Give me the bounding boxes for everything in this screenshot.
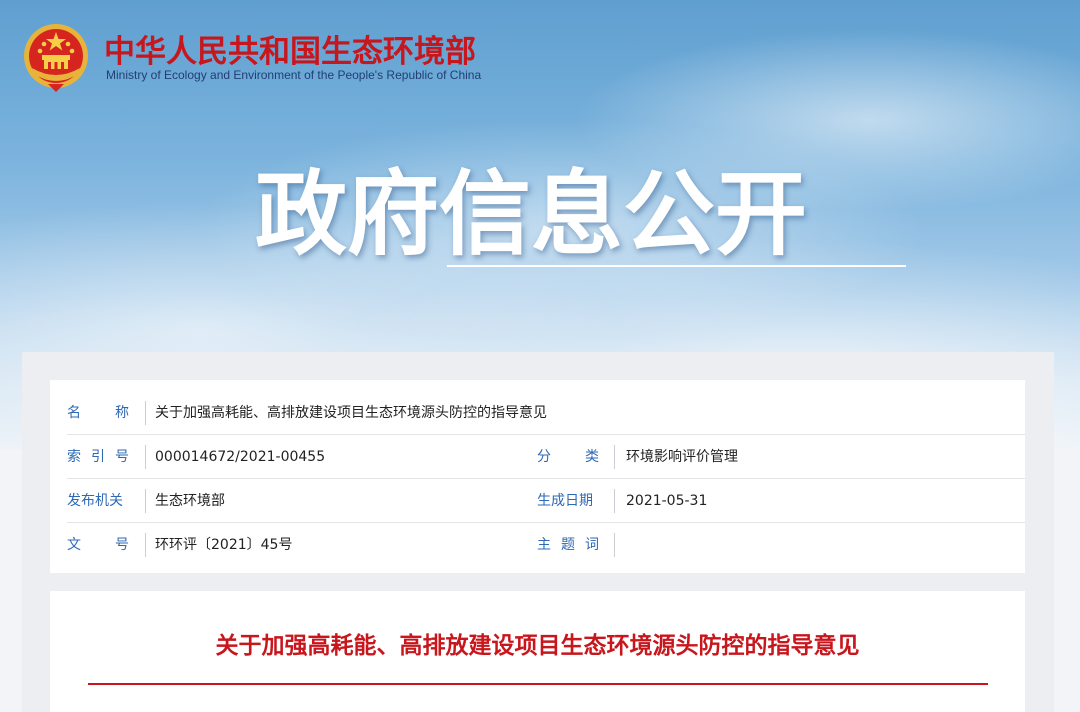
separator [614, 445, 615, 469]
ministry-name-cn[interactable]: 中华人民共和国生态环境部 [104, 26, 476, 71]
separator [614, 489, 615, 513]
index-value: 000014672/2021-00455 [155, 449, 326, 465]
date-value: 2021-05-31 [626, 493, 708, 509]
name-value: 关于加强高耗能、高排放建设项目生态环境源头防控的指导意见 [155, 405, 547, 421]
separator [145, 401, 146, 425]
category-label: 分 类 [537, 449, 599, 465]
info-table: 名 称 关于加强高耗能、高排放建设项目生态环境源头防控的指导意见 索 引 号 0… [50, 380, 1025, 573]
document-title-underline [88, 683, 988, 685]
issuer-label: 发布机关 [67, 493, 123, 509]
index-label: 索 引 号 [67, 449, 129, 465]
document-title: 关于加强高耗能、高排放建设项目生态环境源头防控的指导意见 [215, 633, 860, 659]
info-row-index: 索 引 号 000014672/2021-00455 分 类 环境影响评价管理 [67, 435, 1025, 479]
issuer-value: 生态环境部 [155, 493, 225, 509]
hero-title: 政府信息公开 [255, 161, 808, 268]
docno-value: 环环评〔2021〕45号 [155, 537, 293, 553]
category-value: 环境影响评价管理 [626, 449, 738, 465]
docno-label: 文 号 [67, 537, 129, 553]
national-emblem-icon [24, 24, 88, 92]
subject-label: 主 题 词 [537, 537, 599, 553]
date-label: 生成日期 [537, 493, 593, 509]
name-label: 名 称 [67, 405, 129, 421]
hero-divider [447, 265, 906, 267]
ministry-name-en[interactable]: Ministry of Ecology and Environment of t… [106, 68, 481, 82]
separator [145, 445, 146, 469]
separator [614, 533, 615, 557]
separator [145, 533, 146, 557]
separator [145, 489, 146, 513]
info-row-docno: 文 号 环环评〔2021〕45号 主 题 词 [67, 523, 1025, 567]
info-row-name: 名 称 关于加强高耗能、高排放建设项目生态环境源头防控的指导意见 [67, 391, 1025, 435]
info-row-issuer: 发布机关 生态环境部 生成日期 2021-05-31 [67, 479, 1025, 523]
